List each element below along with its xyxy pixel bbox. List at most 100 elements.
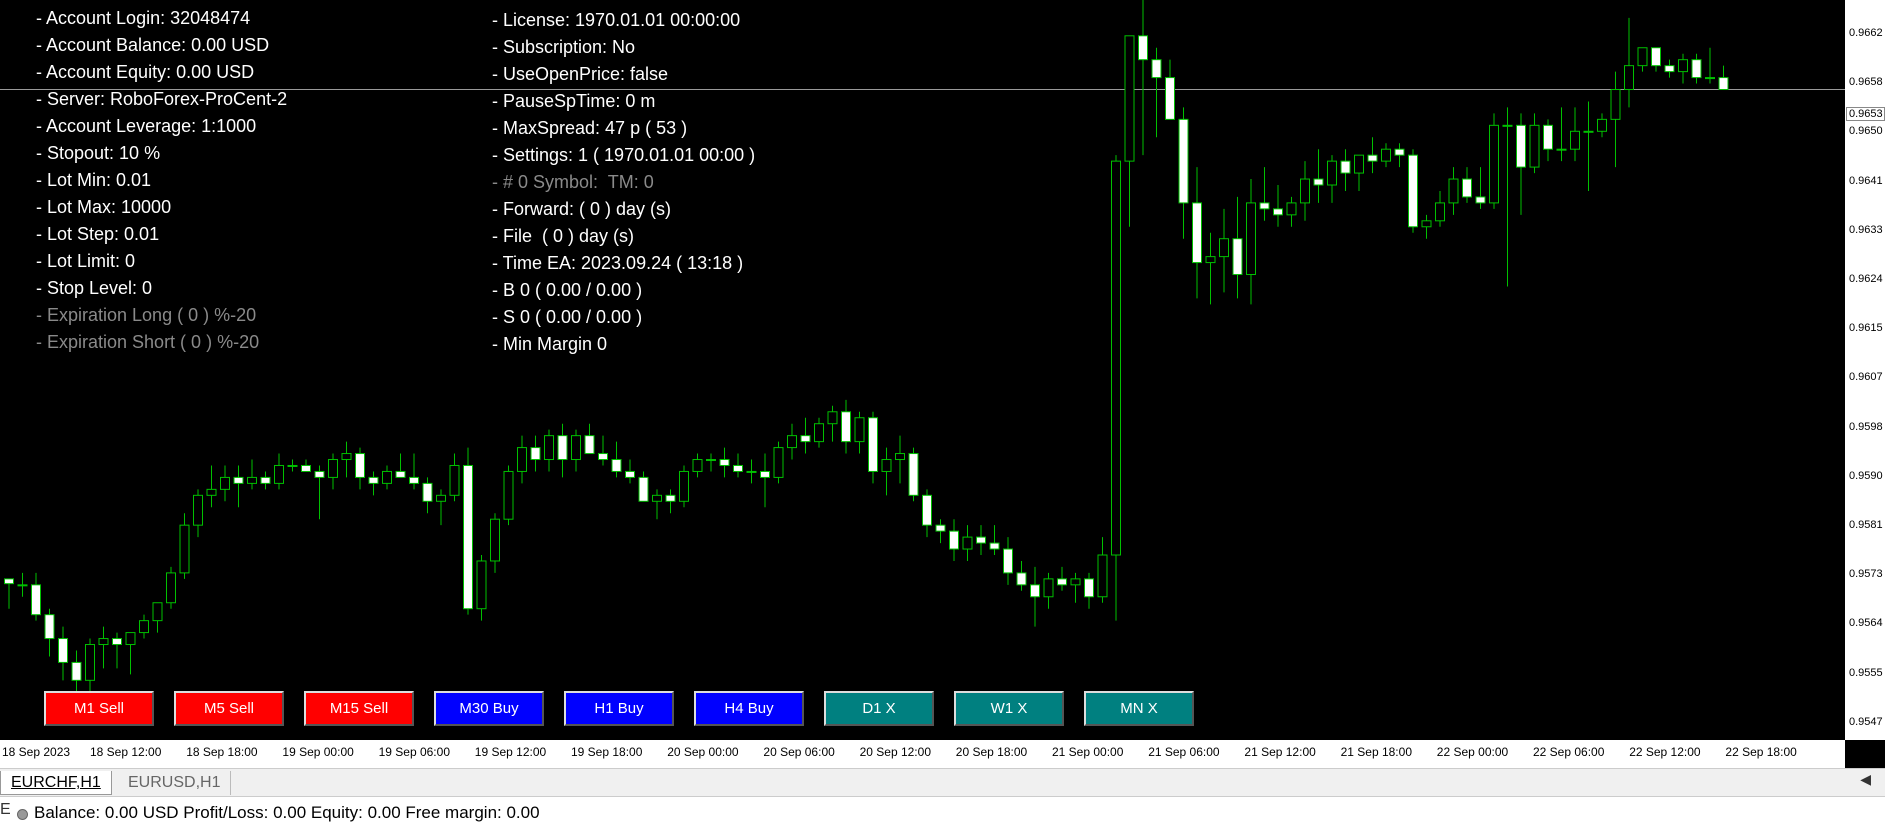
candle [1327, 155, 1337, 203]
candle-body [679, 470, 689, 502]
candle-body [746, 470, 757, 473]
candle [1597, 113, 1607, 138]
candle [233, 465, 244, 508]
candle-body [355, 453, 365, 478]
candle-body [395, 470, 406, 478]
candle [557, 423, 568, 478]
account-info-line: - Lot Step: 0.01 [36, 224, 160, 244]
candle-body [1516, 124, 1526, 168]
candle [584, 423, 595, 455]
m15-sell-button[interactable]: M15 Sell [304, 691, 414, 726]
chart-tabs: EURCHF,H1 EURUSD,H1 ◀ [0, 768, 1885, 796]
candle-body [1232, 238, 1243, 276]
candle-body [1151, 59, 1162, 79]
candle [1664, 59, 1675, 78]
candle-body [1057, 578, 1067, 586]
candle [193, 489, 203, 538]
candle-body [1691, 59, 1702, 79]
candle-body [989, 542, 1000, 550]
candle [881, 447, 892, 496]
candle [341, 441, 352, 478]
candle-body [719, 459, 730, 466]
candle-body [1651, 47, 1661, 67]
price-tick-label: 0.9662 [1849, 27, 1883, 39]
w1-x-button[interactable]: W1 X [954, 691, 1064, 726]
m30-buy-button[interactable]: M30 Buy [434, 691, 544, 726]
candle-body [166, 572, 176, 604]
candle-body [922, 494, 932, 526]
candle-body [44, 614, 55, 640]
h1-buy-button[interactable]: H1 Buy [564, 691, 674, 726]
price-tick-label: 0.9573 [1849, 568, 1883, 581]
candle-body [1259, 202, 1270, 210]
price-tick-label: 0.9581 [1849, 519, 1883, 531]
candle-body [422, 482, 433, 502]
candle [517, 435, 527, 484]
price-chart[interactable]: - Account Login: 32048474 - Account Balan… [0, 0, 1845, 740]
candle [949, 519, 959, 561]
status-edge-mark: E [0, 801, 11, 818]
candle [1489, 113, 1499, 209]
candle [476, 555, 487, 621]
candle [152, 602, 163, 633]
candle-body [1124, 35, 1135, 162]
ea-info-line: - License: 1970.01.01 00:00:00 [492, 10, 741, 30]
candle [1124, 35, 1135, 227]
candle-body [962, 536, 973, 550]
candle-body [1489, 124, 1499, 204]
candle [1462, 167, 1472, 203]
candle [58, 626, 68, 681]
candle-body [1435, 202, 1445, 222]
candle [4, 578, 14, 609]
h4-buy-button[interactable]: H4 Buy [694, 691, 804, 726]
candle [1570, 107, 1580, 162]
candle [1651, 47, 1661, 72]
candle [1718, 65, 1729, 91]
m1-sell-button[interactable]: M1 Sell [44, 691, 154, 726]
candle-body [1529, 124, 1540, 168]
candle [1273, 185, 1283, 227]
candle-body [652, 494, 662, 502]
candle-body [287, 464, 298, 467]
candle [1583, 101, 1594, 191]
candle-body [436, 494, 446, 502]
candle [220, 465, 230, 502]
candle [962, 525, 973, 561]
candle-body [1664, 65, 1675, 73]
candle [841, 399, 851, 454]
time-axis: 18 Sep 2023 18 Sep 12:00 18 Sep 18:00 19 Se… [0, 740, 1845, 768]
candle [490, 513, 500, 573]
candle-body [490, 518, 500, 562]
candle [1232, 196, 1243, 299]
candle-body [1219, 238, 1229, 258]
m5-sell-button[interactable]: M5 Sell [174, 691, 284, 726]
ea-info-panel: - License: 1970.01.01 00:00:00 - Subscrip… [492, 7, 755, 358]
tab-scroll-left-icon[interactable]: ◀ [1860, 771, 1871, 788]
time-tick-label: 20 Sep 12:00 [859, 745, 931, 759]
account-info-line: - Account Leverage: 1:1000 [36, 116, 257, 136]
time-tick-label: 20 Sep 18:00 [955, 745, 1028, 759]
candle [665, 489, 676, 514]
candle [827, 405, 838, 442]
candle [895, 435, 905, 484]
time-tick-label: 19 Sep 06:00 [378, 745, 450, 759]
tab-eurusd-h1[interactable]: EURUSD,H1 [118, 771, 232, 795]
candle-body [152, 602, 163, 622]
candle-body [544, 435, 554, 461]
candle-body [530, 447, 541, 461]
candle [989, 525, 1000, 555]
candle-body [598, 453, 608, 461]
candle-body [1624, 65, 1634, 91]
tab-eurchf-h1[interactable]: EURCHF,H1 [0, 771, 112, 795]
d1-x-button[interactable]: D1 X [824, 691, 934, 726]
candle [854, 411, 865, 454]
candle-body [1097, 554, 1108, 598]
mn-x-button[interactable]: MN X [1084, 691, 1194, 726]
time-tick-label: 22 Sep 06:00 [1533, 745, 1605, 759]
account-info-line: - Stop Level: 0 [36, 278, 153, 298]
candle-body [949, 530, 959, 550]
price-tick-label: 0.9624 [1849, 273, 1883, 285]
price-tick-label: 0.9598 [1849, 420, 1883, 433]
candle [908, 447, 919, 502]
candle [787, 423, 797, 460]
